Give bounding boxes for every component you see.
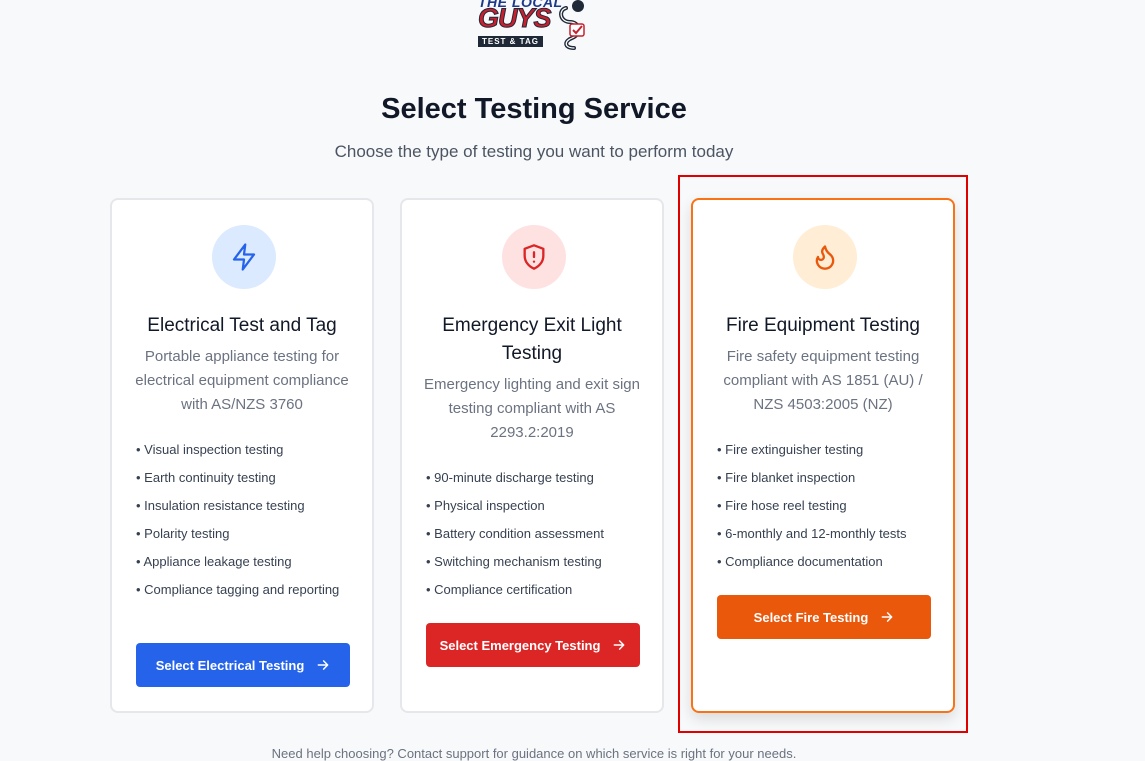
- select-fire-button[interactable]: Select Fire Testing: [717, 595, 931, 639]
- feature-item: • Compliance certification: [426, 582, 573, 597]
- icon-circle: [793, 225, 857, 289]
- icon-circle: [502, 225, 566, 289]
- icon-circle: [212, 225, 276, 289]
- arrow-right-icon: [317, 660, 329, 670]
- button-label: Select Electrical Testing: [155, 657, 305, 673]
- button-label: Select Emergency Testing: [439, 637, 601, 653]
- feature-item: • 90-minute discharge testing: [426, 470, 594, 485]
- select-emergency-button[interactable]: Select Emergency Testing: [426, 623, 640, 667]
- feature-list: • Fire extinguisher testing • Fire blank…: [717, 440, 935, 580]
- logo-sub-text: TEST & TAG: [478, 36, 543, 47]
- card-description: Emergency lighting and exit sign testing…: [424, 376, 640, 441]
- feature-item: • 6-monthly and 12-monthly tests: [717, 526, 907, 541]
- feature-list: • Visual inspection testing • Earth cont…: [136, 440, 354, 608]
- feature-item: • Fire blanket inspection: [717, 470, 856, 485]
- service-card-fire[interactable]: Fire Equipment Testing Fire safety equip…: [691, 198, 955, 713]
- help-text: Need help choosing? Contact support for …: [271, 746, 797, 761]
- feature-item: • Appliance leakage testing: [136, 554, 292, 569]
- company-logo: THE LOCAL GUYS TEST & TAG: [476, 0, 594, 52]
- feature-item: • Polarity testing: [136, 526, 230, 541]
- card-title: Emergency Exit Light Testing: [442, 315, 622, 364]
- feature-item: • Visual inspection testing: [136, 442, 284, 457]
- service-card-emergency[interactable]: Emergency Exit Light Testing Emergency l…: [400, 198, 664, 713]
- feature-item: • Insulation resistance testing: [136, 498, 305, 513]
- feature-list: • 90-minute discharge testing • Physical…: [426, 468, 644, 608]
- card-title: Fire Equipment Testing: [726, 315, 920, 336]
- feature-item: • Battery condition assessment: [426, 526, 604, 541]
- arrow-right-icon: [614, 640, 625, 650]
- service-card-electrical[interactable]: Electrical Test and Tag Portable applian…: [110, 198, 374, 713]
- card-description: Portable appliance testing for electrica…: [135, 348, 349, 413]
- page-subtitle: Choose the type of testing you want to p…: [334, 142, 734, 161]
- feature-item: • Compliance documentation: [717, 554, 883, 569]
- page-title: Select Testing Service: [381, 93, 687, 125]
- shield-alert-icon: [523, 244, 545, 270]
- feature-item: • Fire extinguisher testing: [717, 442, 864, 457]
- feature-item: • Switching mechanism testing: [426, 554, 602, 569]
- card-description: Fire safety equipment testing compliant …: [723, 348, 923, 413]
- lightning-icon: [232, 243, 256, 271]
- logo-main-text: GUYS: [478, 3, 553, 33]
- feature-item: • Physical inspection: [426, 498, 545, 513]
- feature-item: • Compliance tagging and reporting: [136, 582, 340, 597]
- flame-icon: [815, 245, 835, 270]
- arrow-right-icon: [881, 612, 893, 622]
- select-electrical-button[interactable]: Select Electrical Testing: [136, 643, 350, 687]
- feature-item: • Fire hose reel testing: [717, 498, 847, 513]
- card-title: Electrical Test and Tag: [147, 315, 337, 336]
- plug-icon: [559, 0, 585, 50]
- button-label: Select Fire Testing: [753, 609, 869, 625]
- feature-item: • Earth continuity testing: [136, 470, 276, 485]
